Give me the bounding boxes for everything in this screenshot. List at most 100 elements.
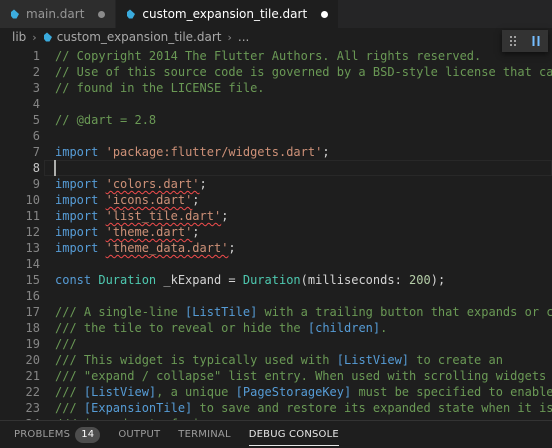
code-token: Duration bbox=[98, 273, 157, 287]
code-token: import bbox=[55, 145, 99, 159]
code-text: /// [ExpansionTile] to save and restore … bbox=[55, 400, 552, 416]
code-token: // @dart = 2.8 bbox=[55, 113, 157, 127]
line-number: 15 bbox=[25, 273, 40, 287]
code-line[interactable]: 9 import 'colors.dart'; bbox=[0, 176, 552, 192]
line-number: 1 bbox=[32, 49, 40, 63]
code-line[interactable]: 15 const Duration _kExpand = Duration(mil… bbox=[0, 272, 552, 288]
code-line[interactable]: 4 bbox=[0, 96, 552, 112]
code-token: const bbox=[55, 273, 92, 287]
code-token: [ListView] bbox=[83, 385, 157, 399]
line-number: 9 bbox=[32, 177, 40, 191]
tab-custom-expansion-tile-dart[interactable]: custom_expansion_tile.dart bbox=[116, 0, 340, 28]
code-text: // Copyright 2014 The Flutter Authors. A… bbox=[55, 48, 481, 64]
tab-main-dart[interactable]: main.dart bbox=[0, 0, 117, 28]
code-line[interactable]: 14 bbox=[0, 256, 552, 272]
unsaved-dot-icon[interactable] bbox=[98, 10, 106, 18]
dart-file-icon bbox=[11, 9, 19, 19]
panel-tab-bar: PROBLEMS 14 OUTPUT TERMINAL DEBUG CONSOL… bbox=[0, 420, 552, 448]
code-text: import 'package:flutter/widgets.dart'; bbox=[55, 144, 330, 160]
code-token: . bbox=[380, 321, 388, 335]
code-editor[interactable]: 1 // Copyright 2014 The Flutter Authors. … bbox=[0, 46, 552, 420]
code-line[interactable]: 8 bbox=[0, 160, 552, 176]
line-number: 22 bbox=[25, 385, 40, 399]
breadcrumb-file[interactable]: custom_expansion_tile.dart bbox=[57, 30, 222, 44]
panel-tab-label: OUTPUT bbox=[118, 429, 161, 440]
code-token: ; bbox=[322, 145, 330, 159]
line-number: 3 bbox=[32, 81, 40, 95]
panel-tab-debug-console[interactable]: DEBUG CONSOLE bbox=[248, 421, 340, 448]
text-cursor bbox=[54, 160, 56, 176]
code-line[interactable]: 19 /// bbox=[0, 336, 552, 352]
code-line[interactable]: 3 // found in the LICENSE file. bbox=[0, 80, 552, 96]
code-line[interactable]: 20 /// This widget is typically used with… bbox=[0, 352, 552, 368]
code-line[interactable]: 16 bbox=[0, 288, 552, 304]
problems-count-badge: 14 bbox=[75, 426, 101, 443]
code-token: /// bbox=[55, 337, 77, 351]
line-number: 20 bbox=[25, 353, 40, 367]
code-token: _kExpand = bbox=[156, 273, 243, 287]
line-number: 18 bbox=[25, 321, 40, 335]
code-line[interactable]: 7 import 'package:flutter/widgets.dart'; bbox=[0, 144, 552, 160]
code-text: const Duration _kExpand = Duration(milli… bbox=[55, 272, 445, 288]
panel-tab-label: DEBUG CONSOLE bbox=[248, 429, 339, 440]
line-number: 2 bbox=[32, 65, 40, 79]
code-line[interactable]: 21 /// "expand / collapse" list entry. Wh… bbox=[0, 368, 552, 384]
code-token: Duration bbox=[242, 273, 301, 287]
panel-tab-problems[interactable]: PROBLEMS 14 bbox=[14, 421, 101, 448]
code-line[interactable]: 22 /// [ListView], a unique [PageStorageK… bbox=[0, 384, 552, 400]
line-number: 5 bbox=[32, 113, 40, 127]
code-line[interactable]: 11 import 'list_tile.dart'; bbox=[0, 208, 552, 224]
code-line[interactable]: 13 import 'theme_data.dart'; bbox=[0, 240, 552, 256]
line-number: 4 bbox=[32, 97, 40, 111]
code-text: /// "expand / collapse" list entry. When… bbox=[55, 368, 552, 384]
breadcrumb-more[interactable]: ... bbox=[238, 30, 249, 44]
code-token: with a trailing button that expands or c… bbox=[264, 305, 552, 319]
code-text: /// the tile to reveal or hide the [chil… bbox=[55, 320, 387, 336]
code-line[interactable]: 10 import 'icons.dart'; bbox=[0, 192, 552, 208]
code-token: [ListTile] bbox=[185, 305, 258, 319]
code-token: ); bbox=[430, 273, 446, 287]
code-token: import bbox=[55, 177, 99, 191]
line-number: 19 bbox=[25, 337, 40, 351]
code-token: /// the tile to reveal or hide the bbox=[55, 321, 308, 335]
code-token: /// bbox=[55, 401, 84, 415]
code-text: /// This widget is typically used with [… bbox=[55, 352, 503, 368]
line-number: 13 bbox=[25, 241, 40, 255]
code-line[interactable]: 17 /// A single-line [ListTile] with a tr… bbox=[0, 304, 552, 320]
code-token: import bbox=[55, 225, 99, 239]
code-line[interactable]: 5 // @dart = 2.8 bbox=[0, 112, 552, 128]
panel-tab-label: PROBLEMS bbox=[14, 429, 71, 440]
code-line[interactable]: 6 bbox=[0, 128, 552, 144]
code-line[interactable]: 2 // Use of this source code is governed … bbox=[0, 64, 552, 80]
code-line[interactable]: 18 /// the tile to reveal or hide the [ch… bbox=[0, 320, 552, 336]
code-text: import 'colors.dart'; bbox=[55, 176, 207, 192]
line-number: 10 bbox=[25, 193, 40, 207]
code-text: import 'icons.dart'; bbox=[55, 192, 200, 208]
code-token: 200 bbox=[409, 273, 431, 287]
code-text: /// A single-line [ListTile] with a trai… bbox=[55, 304, 552, 320]
breadcrumb-folder[interactable]: lib bbox=[12, 30, 26, 44]
code-token: to create an bbox=[409, 353, 503, 367]
line-number: 23 bbox=[25, 401, 40, 415]
panel-tab-terminal[interactable]: TERMINAL bbox=[178, 421, 230, 448]
chevron-right-icon: › bbox=[32, 30, 37, 44]
dart-file-icon bbox=[127, 9, 136, 19]
code-line[interactable]: 23 /// [ExpansionTile] to save and restor… bbox=[0, 400, 552, 416]
unresolved-import-token: 'theme_data.dart' bbox=[105, 241, 229, 255]
dart-file-icon bbox=[43, 32, 52, 42]
line-number: 16 bbox=[25, 289, 40, 303]
code-line[interactable]: 1 // Copyright 2014 The Flutter Authors. … bbox=[0, 48, 552, 64]
breadcrumb: lib › custom_expansion_tile.dart › ... bbox=[0, 28, 552, 46]
code-token: // Use of this source code is governed b… bbox=[55, 65, 552, 79]
code-text: import 'list_tile.dart'; bbox=[55, 208, 228, 224]
panel-tab-output[interactable]: OUTPUT bbox=[118, 421, 160, 448]
code-line[interactable]: 12 import 'theme.dart'; bbox=[0, 224, 552, 240]
unresolved-import-token: 'theme.dart' bbox=[105, 225, 193, 239]
unsaved-dot-icon[interactable] bbox=[321, 10, 329, 18]
line-number: 8 bbox=[32, 161, 40, 175]
